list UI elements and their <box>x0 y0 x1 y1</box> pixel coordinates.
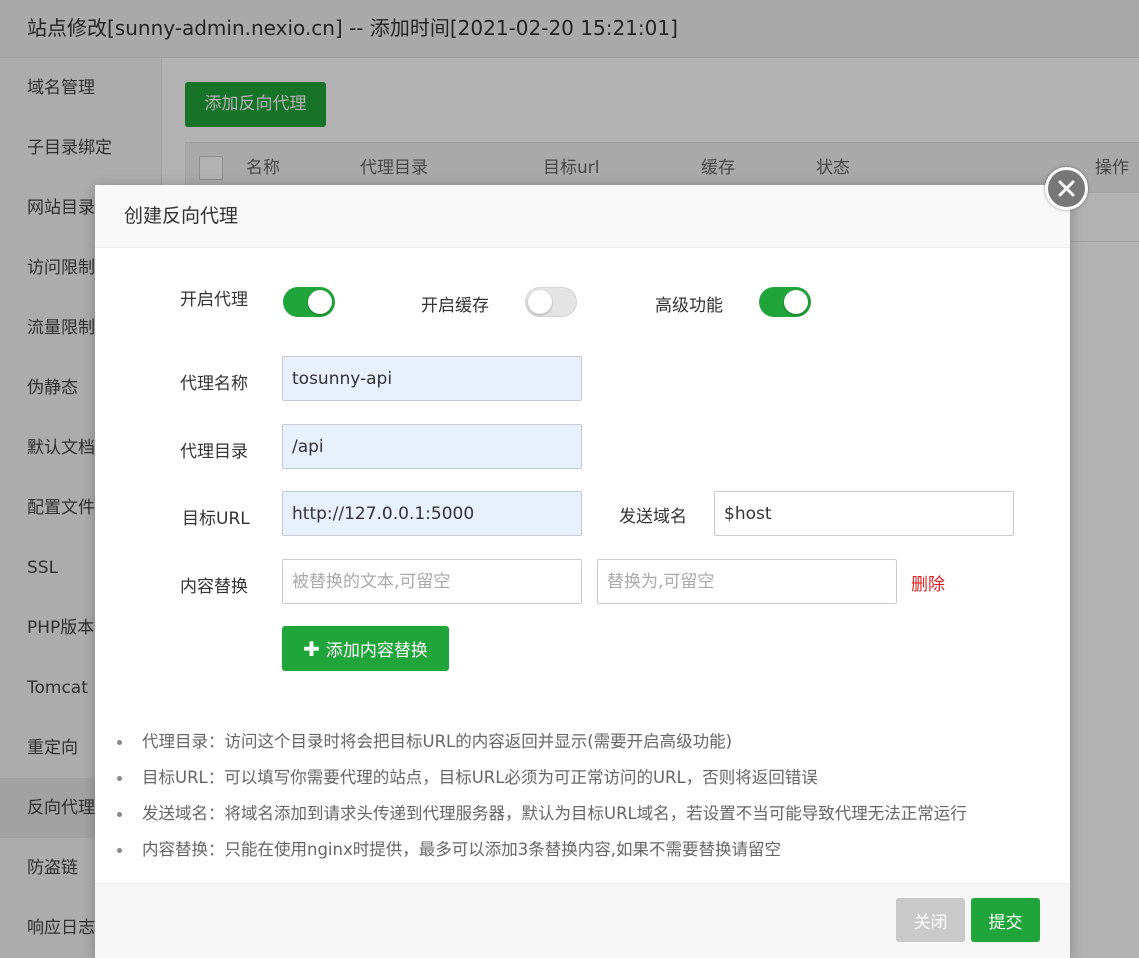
send-domain-input[interactable] <box>714 491 1014 536</box>
close-button[interactable]: 关闭 <box>896 898 965 942</box>
cache-toggle-label: 开启缓存 <box>421 296 489 316</box>
add-content-replace-label: 添加内容替换 <box>325 641 428 661</box>
plus-icon: ✚ <box>303 637 320 661</box>
advanced-toggle-label: 高级功能 <box>655 296 723 316</box>
toggle-knob <box>784 290 808 314</box>
proxy-name-input[interactable] <box>282 356 582 401</box>
dialog-close-icon[interactable] <box>1045 167 1088 210</box>
content-replace-label: 内容替换 <box>180 577 248 597</box>
proxy-dir-label: 代理目录 <box>180 442 248 462</box>
toggle-knob <box>528 290 552 314</box>
close-icon <box>1058 180 1075 197</box>
help-tips: 代理目录：访问这个目录时将会把目标URL的内容返回并显示(需要开启高级功能) 目… <box>115 728 1055 872</box>
tip-item: 代理目录：访问这个目录时将会把目标URL的内容返回并显示(需要开启高级功能) <box>115 728 1055 764</box>
proxy-dir-input[interactable] <box>282 424 582 469</box>
submit-button[interactable]: 提交 <box>971 898 1040 942</box>
tip-item: 目标URL：可以填写你需要代理的站点，目标URL必须为可正常访问的URL，否则将… <box>115 764 1055 800</box>
proxy-toggle-label: 开启代理 <box>180 290 248 310</box>
delete-replace-link[interactable]: 删除 <box>911 570 945 595</box>
target-url-input[interactable] <box>282 491 582 536</box>
replace-to-input[interactable] <box>597 559 897 604</box>
create-proxy-dialog: 创建反向代理 开启代理 开启缓存 高级功能 代理名称 代理目录 目标URL 发送… <box>95 185 1070 958</box>
tip-item: 发送域名：将域名添加到请求头传递到代理服务器，默认为目标URL域名，若设置不当可… <box>115 800 1055 836</box>
cache-toggle[interactable] <box>525 287 577 317</box>
dialog-title: 创建反向代理 <box>95 185 1070 248</box>
target-url-label: 目标URL <box>182 509 250 529</box>
advanced-toggle[interactable] <box>759 287 811 317</box>
send-domain-label: 发送域名 <box>619 507 687 527</box>
dialog-footer: 关闭 提交 <box>95 883 1070 958</box>
replace-from-input[interactable] <box>282 559 582 604</box>
tip-item: 内容替换：只能在使用nginx时提供，最多可以添加3条替换内容,如果不需要替换请… <box>115 836 1055 872</box>
proxy-name-label: 代理名称 <box>180 374 248 394</box>
proxy-toggle[interactable] <box>283 287 335 317</box>
toggle-knob <box>308 290 332 314</box>
add-content-replace-button[interactable]: ✚ 添加内容替换 <box>282 626 449 671</box>
